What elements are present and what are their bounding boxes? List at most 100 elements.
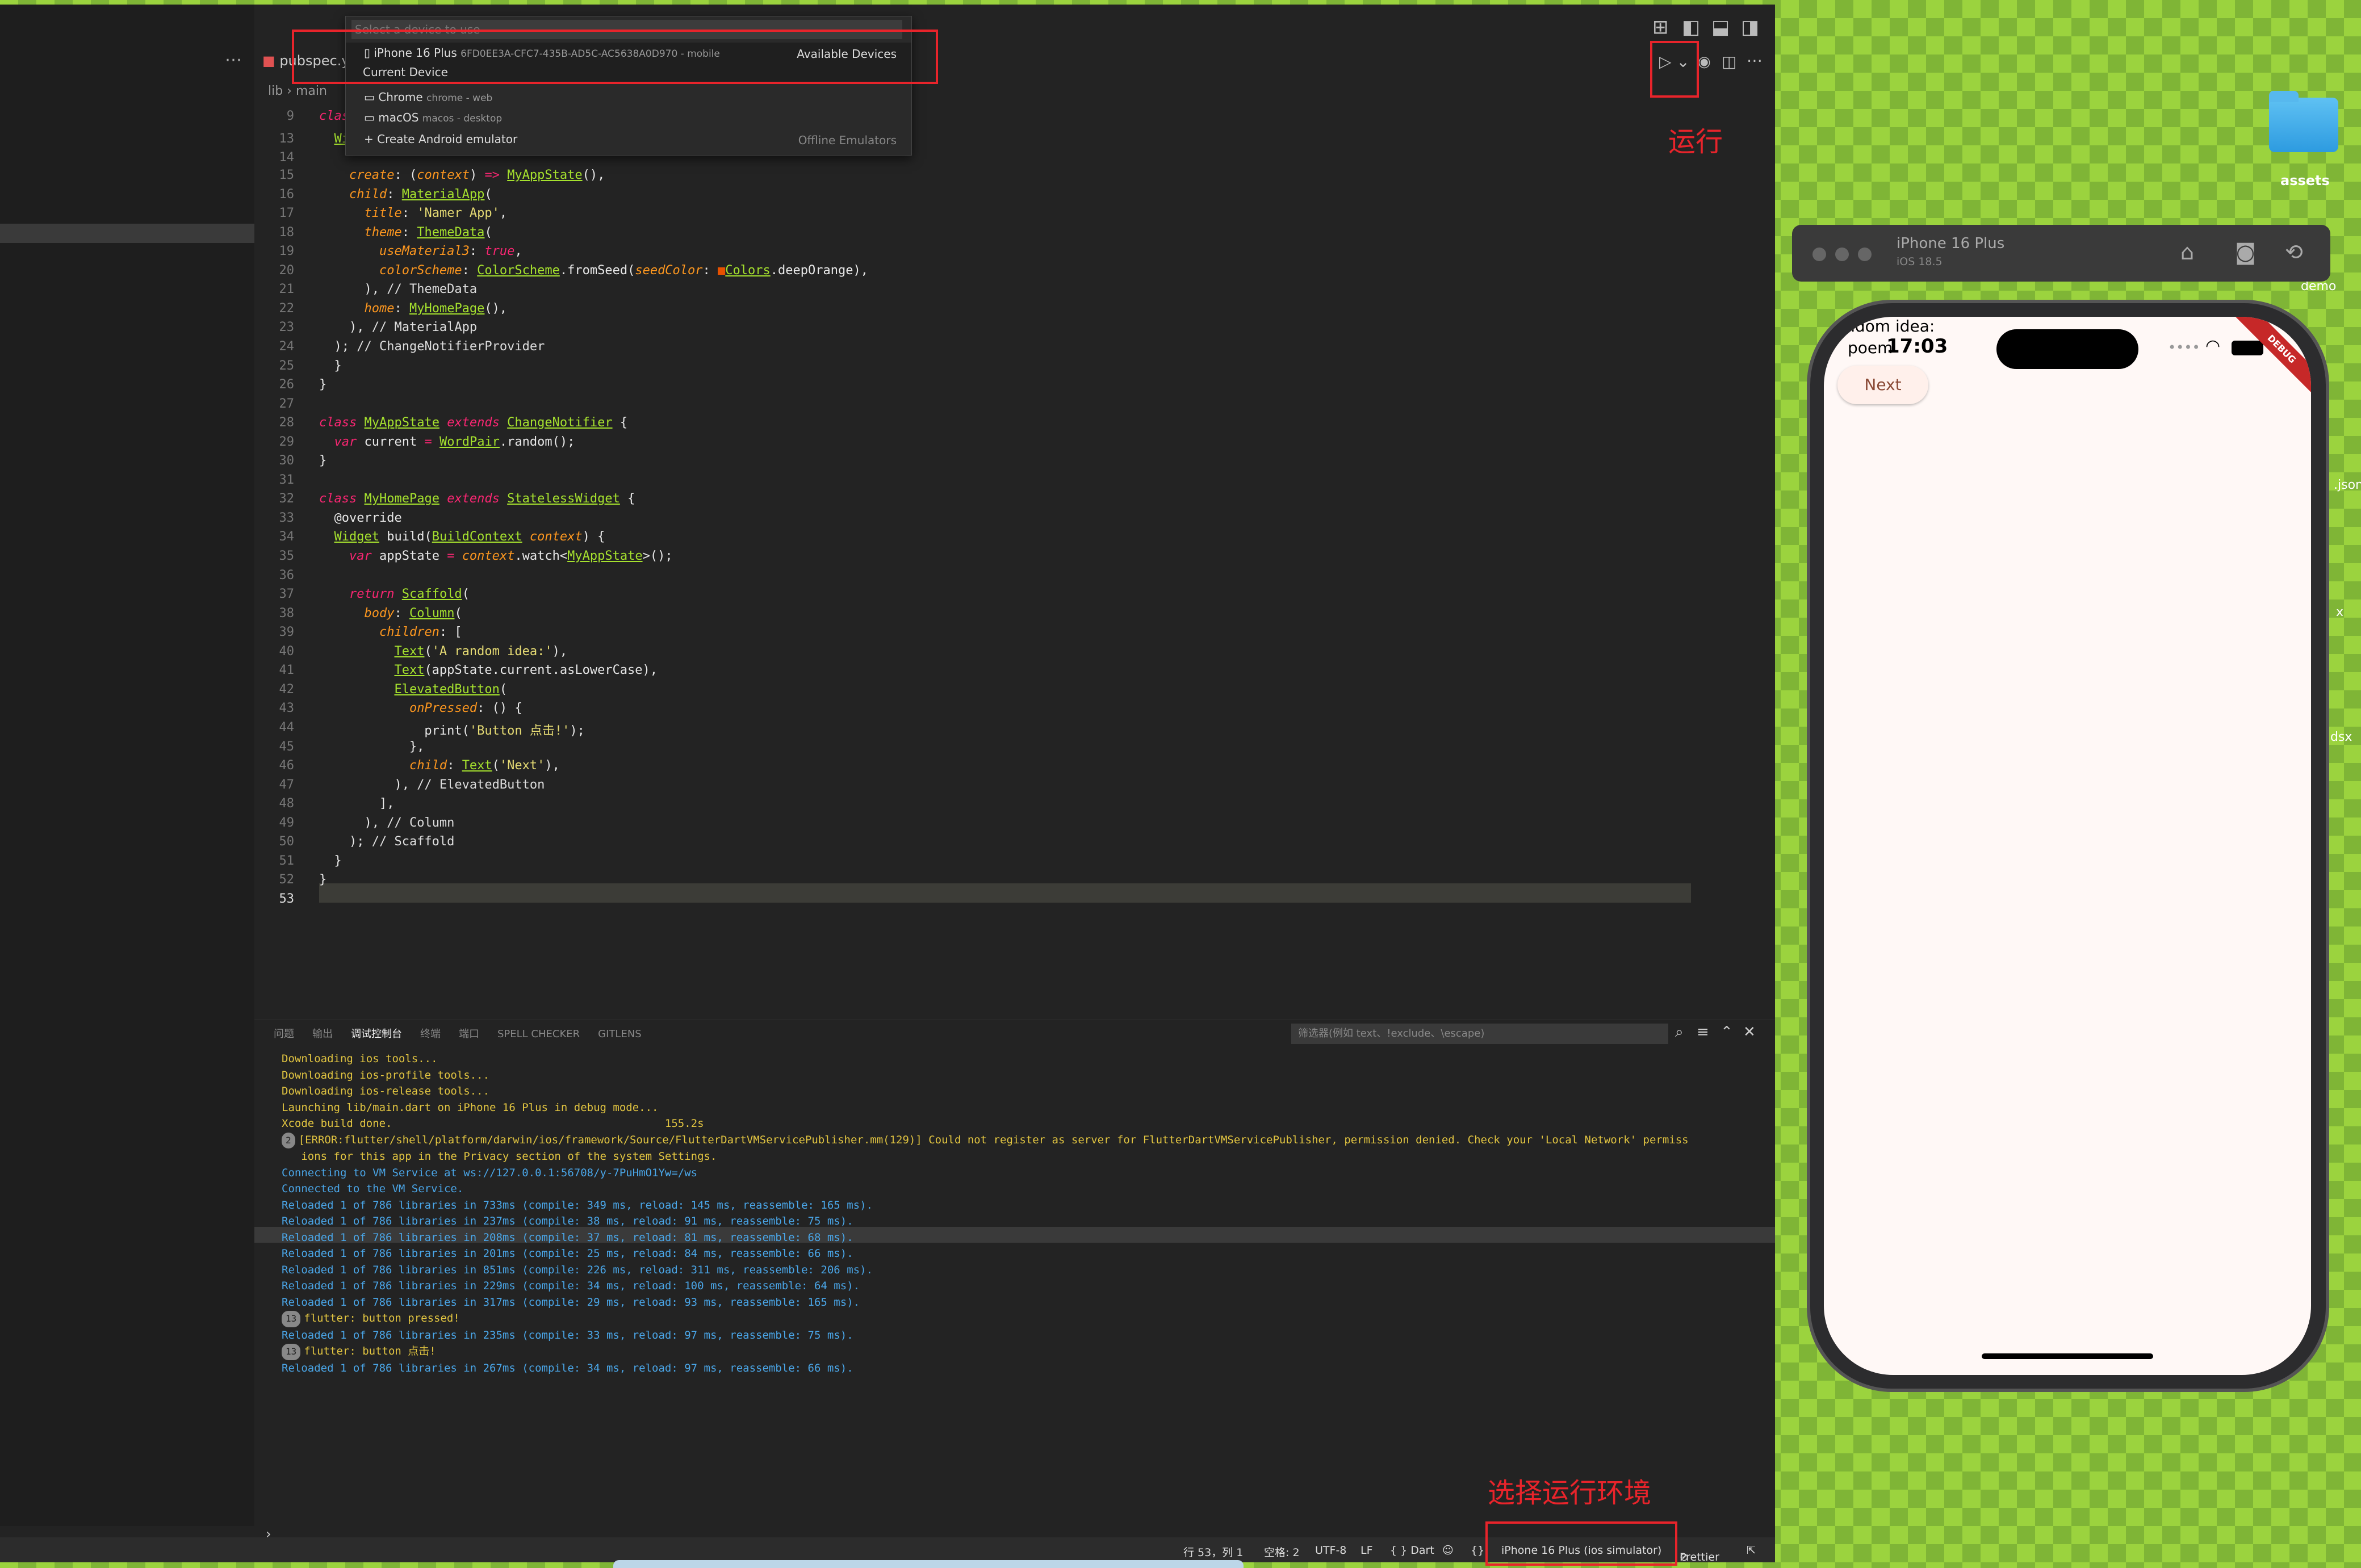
toggle-panel-icon[interactable]: ⬓ (1711, 16, 1730, 39)
dock (613, 1560, 1244, 1568)
line-number: 35 (279, 549, 295, 563)
log-line: 2 [ERROR:flutter/shell/platform/darwin/io… (282, 1132, 1689, 1148)
split-editor-icon[interactable]: ◫ (1722, 52, 1736, 71)
code-line[interactable]: }, (319, 740, 425, 754)
line-number: 27 (279, 396, 295, 411)
panel-tab[interactable]: 问题 (274, 1028, 294, 1040)
encoding[interactable]: UTF-8 (1315, 1544, 1346, 1557)
code-line[interactable]: body: Column( (319, 606, 462, 621)
code-line[interactable]: ), // ThemeData (319, 282, 477, 296)
option-label: Create Android emulator (377, 132, 518, 146)
log-line: 13 flutter: button pressed! (282, 1310, 1689, 1327)
toggle-secondary-sidebar-icon[interactable]: ◨ (1741, 16, 1759, 39)
code-line[interactable]: title: 'Namer App', (319, 206, 507, 220)
braces-icon[interactable]: {} (1471, 1544, 1484, 1557)
code-line[interactable]: Text('A random idea:'), (319, 644, 567, 659)
code-line[interactable]: @override (319, 511, 401, 525)
next-button[interactable]: Next (1837, 366, 1928, 404)
code-line[interactable]: } (319, 873, 326, 887)
zoom-dot[interactable] (1858, 248, 1872, 261)
panel-tab[interactable]: 输出 (312, 1028, 333, 1040)
code-line[interactable]: ), // Column (319, 816, 454, 830)
repeat-count-badge: 2 (282, 1132, 295, 1148)
more-icon[interactable]: ⋯ (225, 50, 242, 70)
create-android-emulator[interactable]: + Create Android emulator (364, 132, 517, 146)
folder-icon[interactable] (2269, 91, 2338, 152)
repeat-count-badge: 13 (282, 1344, 301, 1360)
code-line[interactable]: } (319, 359, 341, 373)
panel-tabs: 问题 输出 调试控制台 终端 端口 SPELL CHECKER GITLENS (274, 1026, 660, 1041)
code-line[interactable]: } (319, 854, 341, 868)
home-indicator[interactable] (1982, 1353, 2153, 1359)
code-line[interactable]: print('Button 点击!'); (319, 720, 584, 739)
line-number: 38 (279, 606, 295, 621)
code-line[interactable]: theme: ThemeData( (319, 225, 492, 240)
code-line[interactable]: children: [ (319, 625, 462, 639)
panel-tab[interactable]: 调试控制台 (351, 1028, 402, 1040)
device-name: Chrome (378, 90, 423, 104)
eye-icon[interactable]: ◉ (1698, 53, 1711, 70)
code-line[interactable]: class MyAppState extends ChangeNotifier … (319, 416, 627, 430)
close-dot[interactable] (1812, 248, 1826, 261)
line-number: 17 (279, 206, 295, 221)
end-of-line[interactable]: LF (1360, 1544, 1373, 1557)
panel-tab[interactable]: 终端 (420, 1028, 441, 1040)
notifications-icon[interactable]: ⇱ (1747, 1544, 1756, 1557)
device-option-chrome[interactable]: ▭ Chrome chrome - web (364, 90, 492, 104)
close-panel-icon[interactable]: ✕ (1743, 1024, 1756, 1041)
code-line[interactable]: ), // ElevatedButton (319, 778, 545, 792)
log-line: Reloaded 1 of 786 libraries in 235ms (co… (282, 1328, 853, 1341)
code-line[interactable]: onPressed: () { (319, 701, 522, 715)
panel-tab[interactable]: GITLENS (598, 1028, 642, 1040)
panel-tab[interactable]: SPELL CHECKER (497, 1028, 580, 1040)
line-number: 49 (279, 815, 295, 830)
toggle-sidebar-icon[interactable]: ◧ (1682, 16, 1700, 39)
copilot-icon[interactable]: ☺ (1442, 1544, 1454, 1557)
search-icon[interactable]: ⌕ (1675, 1024, 1684, 1041)
code-editor[interactable]: 9 class 13 Wi 14 15 create: (context) => MyA… (254, 101, 1759, 1009)
code-line[interactable]: var current = WordPair.random(); (319, 435, 575, 449)
code-line[interactable]: Widget build(BuildContext context) { (319, 530, 605, 544)
code-line[interactable]: useMaterial3: true, (319, 244, 522, 258)
random-idea-text: andom idea: (1835, 317, 1935, 336)
log-line: Downloading ios tools... (282, 1053, 438, 1065)
code-line[interactable]: ElevatedButton( (319, 682, 507, 697)
code-line[interactable]: child: Text('Next'), (319, 758, 560, 773)
code-line[interactable]: ), // MaterialApp (319, 320, 477, 334)
code-line[interactable]: return Scaffold( (319, 587, 470, 601)
language-mode[interactable]: { } Dart (1390, 1544, 1434, 1557)
line-number: 46 (279, 758, 295, 773)
cursor-position[interactable]: 行 53，列 1 (1183, 1544, 1243, 1559)
simulator-title: iPhone 16 Plus (1897, 235, 2005, 252)
indentation[interactable]: 空格: 2 (1264, 1544, 1300, 1559)
code-line[interactable]: } (319, 454, 326, 468)
more-actions-icon[interactable]: ⋯ (1747, 51, 1763, 70)
code-line[interactable]: ); // ChangeNotifierProvider (319, 339, 545, 354)
screenshot-icon[interactable]: ◙ (2235, 240, 2256, 265)
clear-console-icon[interactable]: ≡ (1697, 1024, 1709, 1041)
maximize-panel-icon[interactable]: ⌃ (1720, 1024, 1733, 1041)
code-line[interactable]: var appState = context.watch<MyAppState>… (319, 549, 673, 563)
layout-icon[interactable]: ⊞ (1652, 16, 1669, 39)
log-line: Reloaded 1 of 786 libraries in 267ms (co… (282, 1361, 853, 1374)
minimize-dot[interactable] (1835, 248, 1849, 261)
code-line[interactable]: ], (319, 796, 395, 811)
code-line[interactable]: colorScheme: ColorScheme.fromSeed(seedCo… (319, 263, 868, 278)
code-line[interactable]: class MyHomePage extends StatelessWidget… (319, 492, 635, 506)
line-number: 23 (279, 320, 295, 335)
code-line[interactable]: home: MyHomePage(), (319, 301, 507, 316)
line-number: 15 (279, 168, 295, 182)
code-line[interactable]: child: MaterialApp( (319, 187, 492, 202)
sidebar-selected-item[interactable] (0, 224, 254, 243)
code-line[interactable]: } (319, 378, 326, 392)
panel-tab[interactable]: 端口 (459, 1028, 479, 1040)
home-icon[interactable]: ⌂ (2180, 240, 2194, 265)
filter-input[interactable]: 筛选器(例如 text、!exclude、\escape) (1291, 1024, 1668, 1044)
rotate-icon[interactable]: ⟲ (2285, 240, 2303, 265)
code-line[interactable]: create: (context) => MyAppState(), (319, 168, 605, 182)
line-number: 14 (279, 150, 295, 165)
device-option-macos[interactable]: ▭ macOS macos - desktop (364, 111, 502, 124)
code-line[interactable]: Text(appState.current.asLowerCase), (319, 663, 658, 677)
breadcrumb[interactable]: lib › main (268, 84, 327, 98)
code-line[interactable]: ); // Scaffold (319, 835, 454, 849)
